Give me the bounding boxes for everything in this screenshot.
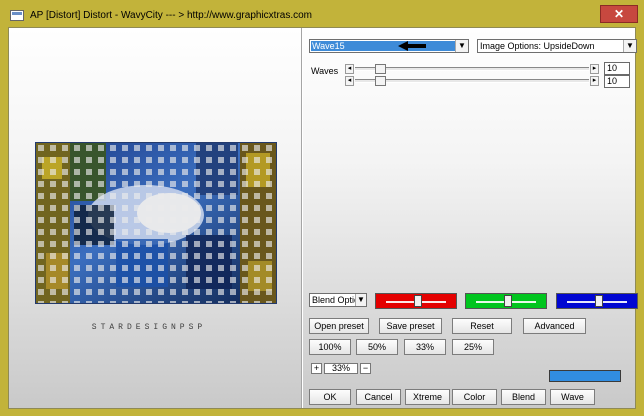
wave-preset-value: Wave15: [312, 41, 345, 51]
green-channel-slider[interactable]: [465, 293, 547, 309]
color-button[interactable]: Color: [452, 389, 497, 405]
preview-artwork: [36, 143, 276, 303]
xtreme-button[interactable]: Xtreme: [405, 389, 450, 405]
window-title: AP [Distort] Distort - WavyCity --- > ht…: [30, 10, 313, 21]
waves-slider-2[interactable]: ◂ ▸: [345, 76, 599, 86]
waves-label: Waves: [311, 66, 339, 76]
wave-preset-select[interactable]: Wave15 ▼: [309, 39, 469, 53]
image-options-value: Image Options: UpsideDown: [480, 41, 595, 51]
waves-value-2[interactable]: 10: [604, 75, 630, 88]
slider-thumb[interactable]: [375, 76, 386, 86]
red-slider-thumb[interactable]: [414, 295, 422, 307]
reset-button[interactable]: Reset: [452, 318, 512, 334]
preview-pane: STARDESIGNPSP: [9, 28, 301, 408]
red-channel-slider[interactable]: [375, 293, 457, 309]
save-preset-button[interactable]: Save preset: [379, 318, 442, 334]
open-preset-button[interactable]: Open preset: [309, 318, 369, 334]
blue-slider-thumb[interactable]: [595, 295, 603, 307]
waves-value-1[interactable]: 10: [604, 62, 630, 75]
zoom-33-button[interactable]: 33%: [404, 339, 446, 355]
plugin-window: AP [Distort] Distort - WavyCity --- > ht…: [0, 0, 644, 416]
slider-right-arrow-icon[interactable]: ▸: [590, 64, 599, 74]
green-slider-thumb[interactable]: [504, 295, 512, 307]
slider-track[interactable]: [355, 67, 589, 71]
zoom-100-button[interactable]: 100%: [309, 339, 351, 355]
close-button[interactable]: ✕: [600, 5, 638, 23]
ok-button[interactable]: OK: [309, 389, 351, 405]
blue-channel-slider[interactable]: [556, 293, 638, 309]
chevron-down-icon[interactable]: ▼: [355, 294, 366, 306]
chevron-down-icon[interactable]: ▼: [623, 40, 636, 52]
slider-track[interactable]: [355, 79, 589, 83]
zoom-out-button[interactable]: −: [360, 363, 371, 374]
zoom-25-button[interactable]: 25%: [452, 339, 494, 355]
blend-options-select[interactable]: Blend Optio ▼: [309, 293, 367, 307]
slider-thumb[interactable]: [375, 64, 386, 74]
waves-slider-1[interactable]: ◂ ▸: [345, 64, 599, 74]
color-swatch[interactable]: [549, 370, 621, 382]
image-options-select[interactable]: Image Options: UpsideDown ▼: [477, 39, 637, 53]
brand-watermark: STARDESIGNPSP: [91, 323, 207, 332]
title-bar[interactable]: AP [Distort] Distort - WavyCity --- > ht…: [6, 5, 638, 27]
slider-left-arrow-icon[interactable]: ◂: [345, 64, 354, 74]
wave-button[interactable]: Wave: [550, 389, 595, 405]
zoom-in-button[interactable]: +: [311, 363, 322, 374]
zoom-50-button[interactable]: 50%: [356, 339, 398, 355]
pane-divider: [301, 28, 303, 408]
dialog-client-area: STARDESIGNPSP Wave15 ▼ Image Options: Up…: [8, 27, 638, 409]
selection-arrow-icon: [398, 41, 426, 51]
blend-options-value: Blend Optio: [312, 295, 360, 305]
zoom-value: 33%: [324, 363, 358, 374]
chevron-down-icon[interactable]: ▼: [455, 40, 468, 52]
slider-right-arrow-icon[interactable]: ▸: [590, 76, 599, 86]
slider-left-arrow-icon[interactable]: ◂: [345, 76, 354, 86]
advanced-button[interactable]: Advanced: [523, 318, 586, 334]
blend-button[interactable]: Blend: [501, 389, 546, 405]
app-window-icon: [10, 10, 24, 21]
cancel-button[interactable]: Cancel: [356, 389, 401, 405]
preview-image: [35, 142, 277, 304]
